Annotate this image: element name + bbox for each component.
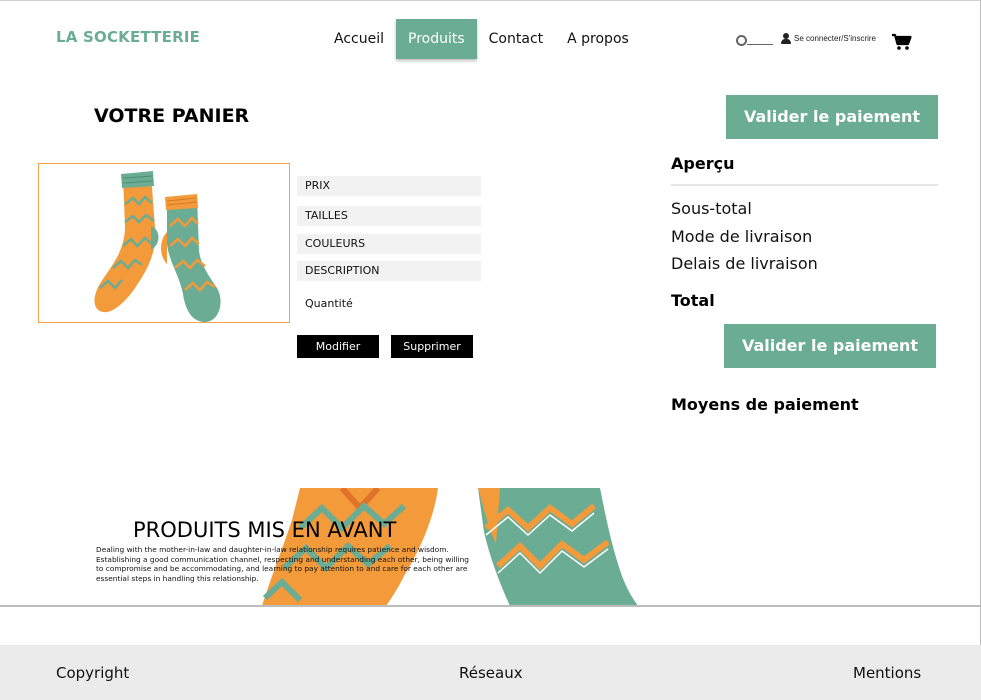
payment-methods-label: Moyens de paiement [671,395,859,414]
main-nav: Accueil Produits Contact A propos [322,19,641,59]
login-label: Se connecter/S'inscrire [794,34,877,43]
login-link[interactable]: Se connecter/S'inscrire [781,33,876,44]
nav-item-a-propos[interactable]: A propos [555,19,641,59]
product-quantity[interactable]: Quantité [305,297,353,310]
nav-item-contact[interactable]: Contact [477,19,555,59]
overview-divider [671,184,938,186]
search-lens [736,35,747,46]
banner-divider [0,605,981,607]
featured-description: Dealing with the mother-in-law and daugh… [96,545,469,583]
page-title: VOTRE PANIER [94,105,250,127]
delivery-time-label: Delais de livraison [671,254,818,273]
search-bar-line [747,44,773,45]
featured-title: PRODUITS MIS EN AVANT [133,518,397,542]
product-price: PRIX [297,176,481,196]
footer-copyright[interactable]: Copyright [56,664,129,682]
edit-button[interactable]: Modifier [297,335,379,358]
nav-item-accueil[interactable]: Accueil [322,19,396,59]
user-icon [781,33,791,44]
footer: Copyright Réseaux Mentions [0,645,981,700]
remove-button[interactable]: Supprimer [391,335,473,358]
cart-icon[interactable] [891,33,913,51]
delivery-mode-label: Mode de livraison [671,227,813,246]
product-sizes: TAILLES [297,206,481,226]
socks-illustration [94,171,221,322]
product-colors: COULEURS [297,234,481,254]
total-label: Total [671,291,715,310]
footer-social[interactable]: Réseaux [459,664,523,682]
nav-item-produits[interactable]: Produits [396,19,477,59]
footer-legal[interactable]: Mentions [853,664,921,682]
pay-button-top[interactable]: Valider le paiement [726,95,938,139]
subtotal-label: Sous-total [671,199,752,218]
product-image [38,163,290,323]
site-logo[interactable]: LA SOCKETTERIE [56,28,200,46]
search-icon[interactable] [735,34,775,50]
pay-button-bottom[interactable]: Valider le paiement [724,324,936,368]
overview-title: Aperçu [671,154,735,173]
product-description: DESCRIPTION [297,261,481,281]
